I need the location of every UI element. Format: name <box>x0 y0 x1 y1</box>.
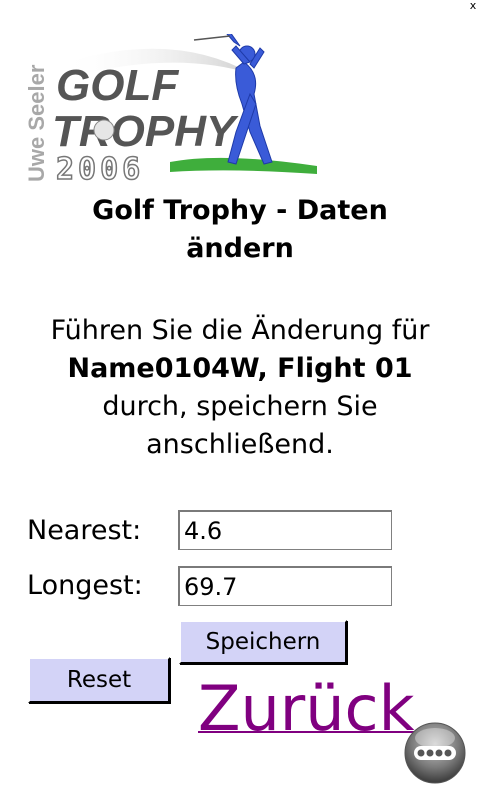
page-title-line2: ändern <box>186 233 294 264</box>
logo-vertical-text: Uwe Seeler <box>24 64 49 182</box>
close-icon[interactable]: x <box>466 0 480 12</box>
logo-year-text: 2006 <box>56 152 144 184</box>
instruction-line4: anschließend. <box>146 429 334 460</box>
save-button[interactable]: Speichern <box>179 620 347 664</box>
reset-button[interactable]: Reset <box>28 657 170 703</box>
longest-label: Longest: <box>27 570 143 601</box>
back-link[interactable]: Zurück <box>198 672 415 746</box>
nearest-label: Nearest: <box>27 515 142 546</box>
page-title-line1: Golf Trophy - Daten <box>92 195 388 226</box>
nearest-input[interactable] <box>178 510 392 550</box>
player-flight-name: Name0104W, Flight 01 <box>67 353 413 384</box>
instruction-line1: Führen Sie die Änderung für <box>50 315 430 346</box>
page-title: Golf Trophy - Daten ändern <box>0 192 480 268</box>
longest-input[interactable] <box>178 566 392 606</box>
logo-trophy-text: TROPHY <box>52 107 239 156</box>
dots-menu-icon[interactable] <box>402 720 468 790</box>
logo-golf-text: GOLF <box>56 61 179 110</box>
instruction-line3: durch, speichern Sie <box>102 391 378 422</box>
instruction-text: Führen Sie die Änderung für Name0104W, F… <box>0 312 480 464</box>
golf-trophy-logo: Uwe Seeler GOLF TROPHY 2006 <box>24 34 317 184</box>
